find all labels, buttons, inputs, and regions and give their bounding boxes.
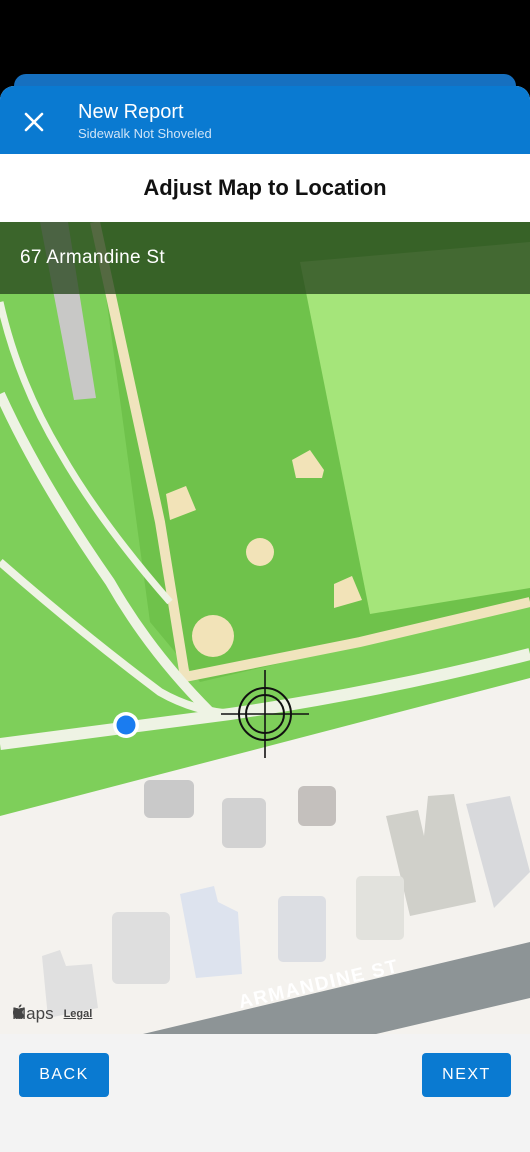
map-canvas[interactable]: ARMANDINE ST	[0, 222, 530, 1034]
report-sheet: New Report Sidewalk Not Shoveled Adjust …	[0, 86, 530, 1152]
instruction-title: Adjust Map to Location	[0, 154, 530, 222]
footer-bar: BACK NEXT	[0, 1034, 530, 1152]
current-location-dot	[113, 712, 139, 738]
maps-attribution: Maps Legal	[12, 1004, 92, 1024]
apple-logo-icon	[12, 1004, 25, 1019]
close-icon	[24, 112, 44, 132]
header-bar: New Report Sidewalk Not Shoveled	[0, 86, 530, 154]
address-bar: 67 Armandine St	[0, 222, 530, 294]
header-title: New Report	[78, 101, 184, 123]
close-button[interactable]	[14, 102, 54, 142]
maps-logo: Maps	[12, 1004, 54, 1024]
back-button[interactable]: BACK	[19, 1053, 109, 1097]
map-view[interactable]: ARMANDINE ST 67 Armandine St Maps Legal	[0, 222, 530, 1034]
legal-link[interactable]: Legal	[64, 1008, 93, 1020]
header-subtitle: Sidewalk Not Shoveled	[78, 126, 212, 141]
next-button[interactable]: NEXT	[422, 1053, 511, 1097]
